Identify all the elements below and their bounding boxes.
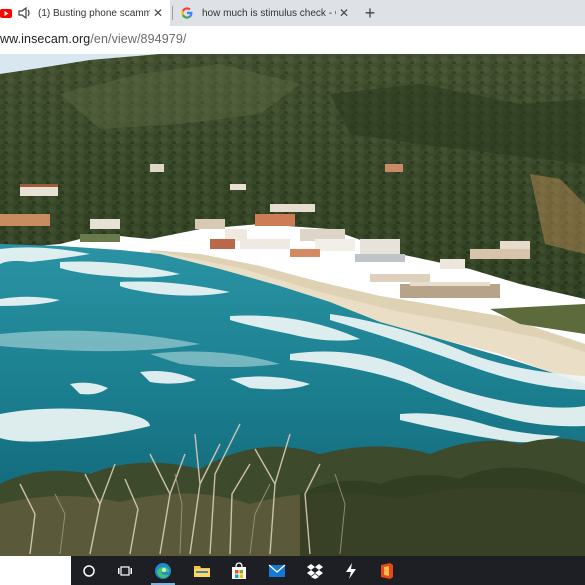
tab-title: how much is stimulus check - Go [202, 7, 336, 19]
mail-icon[interactable] [259, 556, 295, 585]
tab-strip: (1) Busting phone scammer ✕ how much is … [0, 0, 585, 26]
google-icon [181, 7, 193, 19]
webcam-image [0, 54, 585, 556]
speaker-icon[interactable] [18, 7, 32, 19]
tab-google[interactable]: how much is stimulus check - Go ✕ [174, 0, 356, 26]
url-path: /en/view/894979/ [90, 32, 187, 46]
file-explorer-icon[interactable] [184, 556, 220, 585]
tab-youtube[interactable]: (1) Busting phone scammer ✕ [0, 0, 170, 26]
youtube-icon [0, 8, 12, 18]
taskbar [71, 556, 585, 585]
tab-divider [172, 6, 173, 20]
office-icon[interactable] [369, 556, 405, 585]
new-tab-button[interactable]: + [360, 2, 380, 24]
store-icon[interactable] [221, 556, 257, 585]
tab-title: (1) Busting phone scammer [38, 7, 150, 19]
task-view-icon[interactable] [107, 556, 143, 585]
close-tab-icon[interactable]: ✕ [150, 6, 166, 20]
dropbox-icon[interactable] [297, 556, 333, 585]
close-tab-icon[interactable]: ✕ [336, 6, 352, 20]
taskbar-left-area [0, 556, 71, 585]
url-host: ww.insecam.org [0, 32, 91, 46]
edge-icon[interactable] [145, 556, 181, 585]
cortana-icon[interactable] [71, 556, 107, 585]
address-bar[interactable]: ww.insecam.org/en/view/894979/ [0, 26, 585, 54]
winamp-icon[interactable] [333, 556, 369, 585]
url-text[interactable]: ww.insecam.org/en/view/894979/ [0, 32, 186, 46]
